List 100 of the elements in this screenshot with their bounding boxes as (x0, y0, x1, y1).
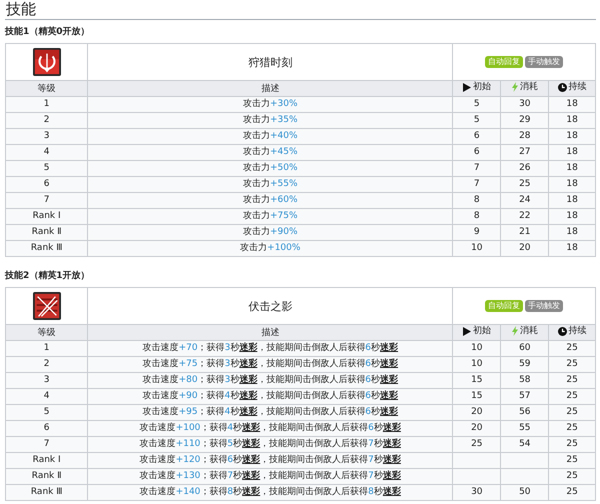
skill-description: 攻击速度+75；获得3秒迷彩，技能期间击倒敌人后获得6秒迷彩 (142, 359, 398, 369)
duration-cell: 25 (566, 423, 578, 433)
clock-icon (558, 326, 567, 336)
sp-cost-cell: 50 (519, 487, 531, 497)
skill-description: 攻击速度+100；获得4秒迷彩，技能期间击倒敌人后获得6秒迷彩 (140, 423, 401, 433)
skill-name: 伏击之影 (248, 300, 292, 312)
duration-cell: 25 (566, 359, 578, 369)
sp-cost-cell: 58 (519, 375, 531, 385)
column-header: 消耗 (520, 325, 538, 337)
trigger-tag: 手动触发 (525, 300, 564, 312)
sp-cost-cell: 22 (519, 211, 531, 221)
level-cell: 5 (44, 407, 50, 417)
level-cell: 4 (44, 147, 50, 157)
clock-icon (558, 82, 567, 92)
level-cell: 3 (44, 375, 50, 385)
trigger-tag: 手动触发 (525, 56, 564, 68)
skill-description: 攻击力+100% (240, 243, 300, 253)
skill-description: 攻击速度+70；获得3秒迷彩，技能期间击倒敌人后获得6秒迷彩 (142, 343, 398, 353)
sp-cost-cell: 29 (519, 115, 531, 125)
skill-description: 攻击速度+140；获得8秒迷彩，技能期间击倒敌人后获得8秒迷彩 (140, 487, 401, 497)
page-title: 技能 (5, 0, 596, 20)
level-cell: 6 (44, 179, 50, 189)
level-cell: Rank Ⅲ (30, 243, 62, 253)
level-cell: Rank Ⅰ (32, 455, 61, 465)
level-cell: 7 (44, 439, 50, 449)
duration-cell: 25 (566, 455, 578, 465)
skill-description: 攻击力+35% (243, 115, 298, 125)
skill-description: 攻击力+75% (243, 211, 298, 221)
level-cell: 7 (44, 195, 50, 205)
duration-cell: 25 (566, 471, 578, 481)
sp-cost-cell: 24 (519, 195, 531, 205)
initial-sp-cell: 10 (471, 243, 483, 253)
trigger-tag: 自动回复 (485, 300, 524, 312)
skill-heading: 技能1（精英0开放） (5, 25, 90, 39)
duration-cell: 25 (566, 487, 578, 497)
column-header: 消耗 (520, 81, 538, 93)
duration-cell: 18 (566, 131, 578, 141)
play-icon (462, 82, 471, 92)
duration-cell: 25 (566, 343, 578, 353)
duration-cell: 25 (566, 407, 578, 417)
level-cell: 3 (44, 131, 50, 141)
skill-description: 攻击力+30% (243, 99, 298, 109)
level-cell: 6 (44, 423, 50, 433)
skill-description: 攻击力+90% (243, 227, 298, 237)
duration-cell: 25 (566, 391, 578, 401)
sp-cost-cell: 60 (519, 343, 531, 353)
level-cell: Rank Ⅱ (32, 227, 62, 237)
skill-description: 攻击速度+110；获得5秒迷彩，技能期间击倒敌人后获得7秒迷彩 (140, 439, 401, 449)
sp-cost-cell: 59 (519, 359, 531, 369)
level-cell: 1 (44, 343, 50, 353)
duration-cell: 18 (566, 163, 578, 173)
sp-cost-cell: 20 (519, 243, 531, 253)
skill-description: 攻击速度+95；获得4秒迷彩，技能期间击倒敌人后获得6秒迷彩 (142, 407, 398, 417)
lightning-icon (512, 326, 518, 336)
skill-name: 狩猎时刻 (248, 56, 292, 68)
initial-sp-cell: 30 (471, 487, 483, 497)
initial-sp-cell: 7 (474, 179, 480, 189)
lightning-icon (512, 82, 518, 92)
level-cell: 1 (44, 99, 50, 109)
level-cell: Rank Ⅲ (30, 487, 62, 497)
initial-sp-cell: 5 (474, 99, 480, 109)
column-header: 等级 (38, 84, 56, 94)
sp-cost-cell: 57 (519, 391, 531, 401)
duration-cell: 18 (566, 99, 578, 109)
sp-cost-cell: 55 (519, 423, 531, 433)
sp-cost-cell: 28 (519, 131, 531, 141)
column-header: 描述 (261, 328, 280, 338)
initial-sp-cell: 15 (471, 375, 483, 385)
initial-sp-cell: 7 (474, 163, 480, 173)
skill-description: 攻击速度+120；获得6秒迷彩，技能期间击倒敌人后获得7秒迷彩 (140, 455, 401, 465)
duration-cell: 18 (566, 227, 578, 237)
column-header: 持续 (568, 81, 587, 94)
level-cell: 5 (44, 163, 50, 173)
duration-cell: 18 (566, 243, 578, 253)
level-cell: 4 (44, 391, 50, 401)
column-header: 等级 (38, 328, 56, 338)
play-icon (462, 326, 471, 336)
skill-description: 攻击速度+130；获得7秒迷彩，技能期间击倒敌人后获得7秒迷彩 (140, 471, 401, 481)
sp-cost-cell: 26 (519, 163, 531, 173)
skill-icon (32, 48, 61, 76)
duration-cell: 18 (566, 147, 578, 157)
duration-cell: 18 (566, 179, 578, 189)
column-header: 初始 (472, 81, 491, 94)
sp-cost-cell: 21 (519, 227, 531, 237)
level-cell: 2 (44, 359, 50, 369)
initial-sp-cell: 6 (474, 131, 480, 141)
skill-description: 攻击力+50% (243, 163, 298, 173)
sp-cost-cell: 54 (519, 439, 531, 449)
skill-icon (32, 292, 61, 320)
skill-heading: 技能2（精英1开放） (5, 269, 90, 283)
duration-cell: 25 (566, 439, 578, 449)
level-cell: 2 (44, 115, 50, 125)
level-cell: Rank Ⅱ (32, 471, 62, 481)
initial-sp-cell: 25 (471, 439, 483, 449)
initial-sp-cell: 20 (471, 423, 483, 433)
sp-cost-cell: 27 (519, 147, 531, 157)
level-cell: Rank Ⅰ (32, 211, 61, 221)
skill-description: 攻击速度+80；获得3秒迷彩，技能期间击倒敌人后获得6秒迷彩 (142, 375, 398, 385)
sp-cost-cell: 25 (519, 179, 531, 189)
initial-sp-cell: 8 (474, 195, 480, 205)
